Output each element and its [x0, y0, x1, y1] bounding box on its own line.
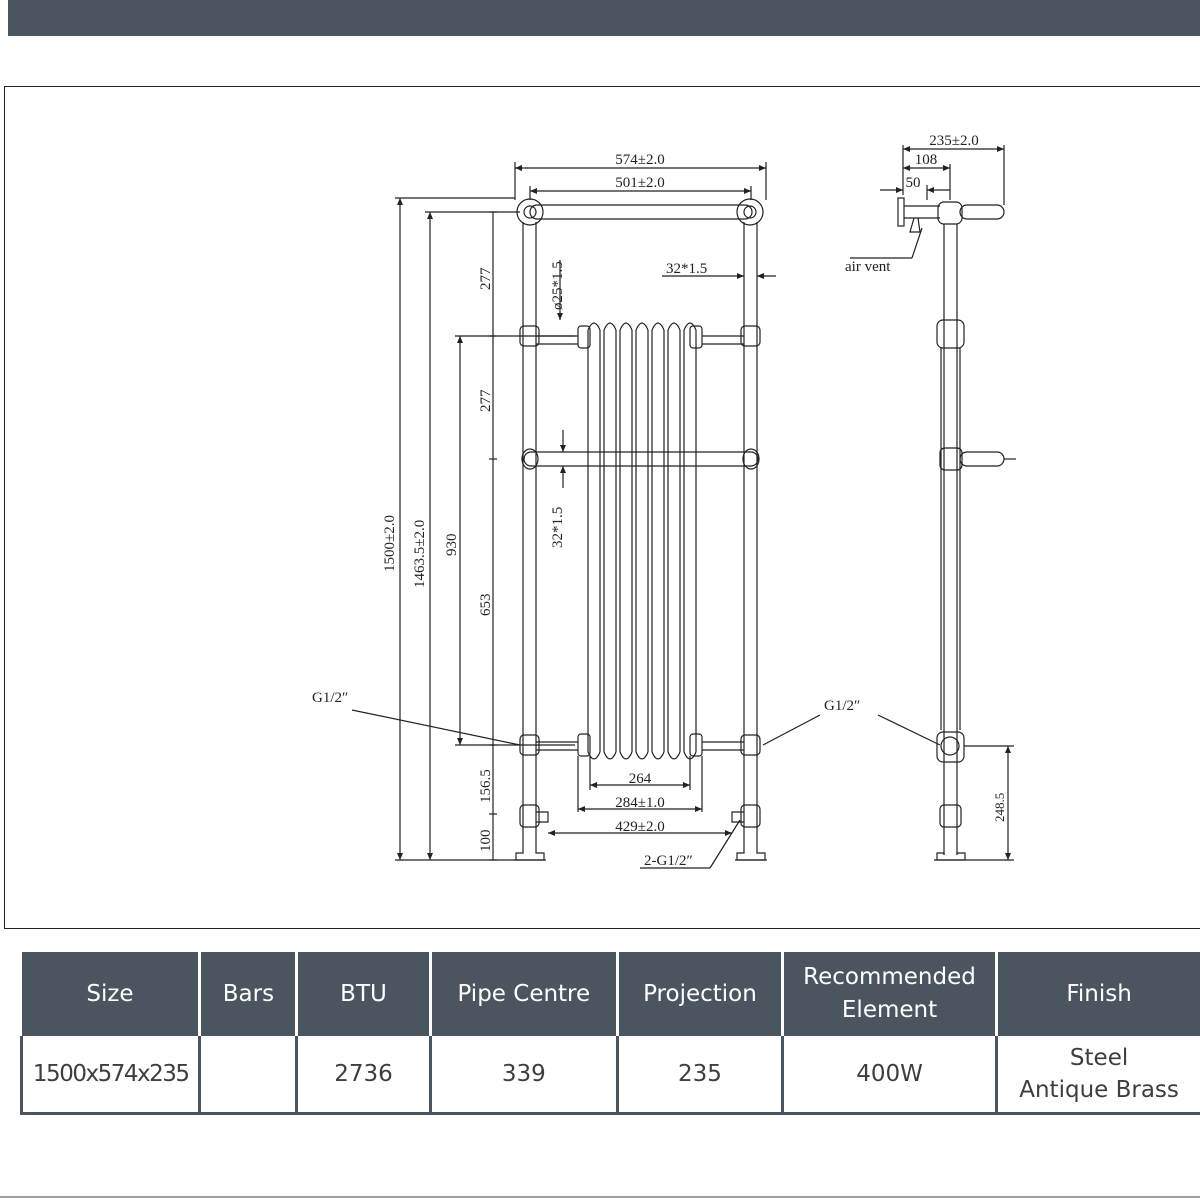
label-depth-108: 108 [915, 152, 938, 168]
spec-table: Size Bars BTU Pipe Centre Projection Rec… [19, 952, 1200, 1115]
side-dimensions [850, 145, 1016, 861]
finish-line-1: Steel [1069, 1045, 1129, 1071]
radiator-columns [536, 322, 744, 760]
label-height-1463: 1463.5±2.0 [412, 520, 428, 588]
spec-table-row: 1500x574x235 2736 339 235 400W Steel Ant… [19, 1036, 1200, 1115]
left-side-pipe [522, 222, 537, 850]
side-view [897, 197, 1005, 861]
cell-element: 400W [780, 1036, 999, 1115]
label-width-574: 574±2.0 [615, 152, 664, 168]
label-height-100: 100 [478, 830, 494, 853]
label-pipe-32-top: 32*1.5 [666, 261, 707, 277]
label-air-vent: air vent [845, 259, 891, 275]
pipe-couplers [519, 325, 761, 828]
label-depth-235: 235±2.0 [929, 133, 978, 149]
top-rail [516, 198, 764, 226]
cell-btu: 2736 [295, 1036, 432, 1115]
label-pipe-32-mid: 32*1.5 [550, 507, 566, 548]
middle-rail [521, 448, 760, 470]
label-height-1500: 1500±2.0 [382, 515, 398, 572]
cell-bars [198, 1036, 299, 1115]
header-bars: Bars [199, 952, 299, 1036]
cell-finish: Steel Antique Brass [995, 1036, 1200, 1115]
label-height-248: 248.5 [992, 793, 1007, 822]
header-projection: Projection [617, 952, 784, 1036]
spec-table-header-row: Size Bars BTU Pipe Centre Projection Rec… [21, 952, 1200, 1036]
label-pipe-25: ø25*1.5 [550, 261, 566, 310]
header-recommended-element: Recommended Element [782, 952, 999, 1036]
label-width-429: 429±2.0 [615, 819, 664, 835]
header-pipe-centre: Pipe Centre [430, 952, 620, 1036]
header-btu: BTU [296, 952, 432, 1036]
cell-pipe-centre: 339 [428, 1036, 620, 1115]
label-height-277-a: 277 [478, 267, 494, 290]
bottom-rule [0, 1196, 1200, 1198]
label-g-bottom: 2-G1/2″ [644, 853, 693, 869]
label-width-501: 501±2.0 [615, 175, 664, 191]
technical-drawing: 574±2.0 501±2.0 235±2.0 108 50 air vent … [312, 133, 1016, 869]
radiator-feet [514, 850, 767, 861]
header-size: Size [21, 952, 202, 1036]
label-width-284: 284±1.0 [615, 795, 664, 811]
label-depth-50: 50 [906, 175, 921, 191]
cell-size: 1500x574x235 [19, 1036, 202, 1115]
label-width-264: 264 [629, 771, 652, 787]
label-height-156: 156.5 [478, 769, 494, 803]
header-finish: Finish [996, 952, 1200, 1036]
right-side-pipe [743, 222, 758, 850]
label-height-930: 930 [444, 534, 460, 557]
leader-lines [351, 709, 941, 869]
label-g-left: G1/2″ [312, 690, 348, 706]
label-height-277-b: 277 [478, 389, 494, 412]
label-g-right: G1/2″ [824, 698, 860, 714]
finish-line-2: Antique Brass [1019, 1077, 1179, 1103]
cell-projection: 235 [616, 1036, 784, 1115]
label-height-653: 653 [478, 594, 494, 617]
